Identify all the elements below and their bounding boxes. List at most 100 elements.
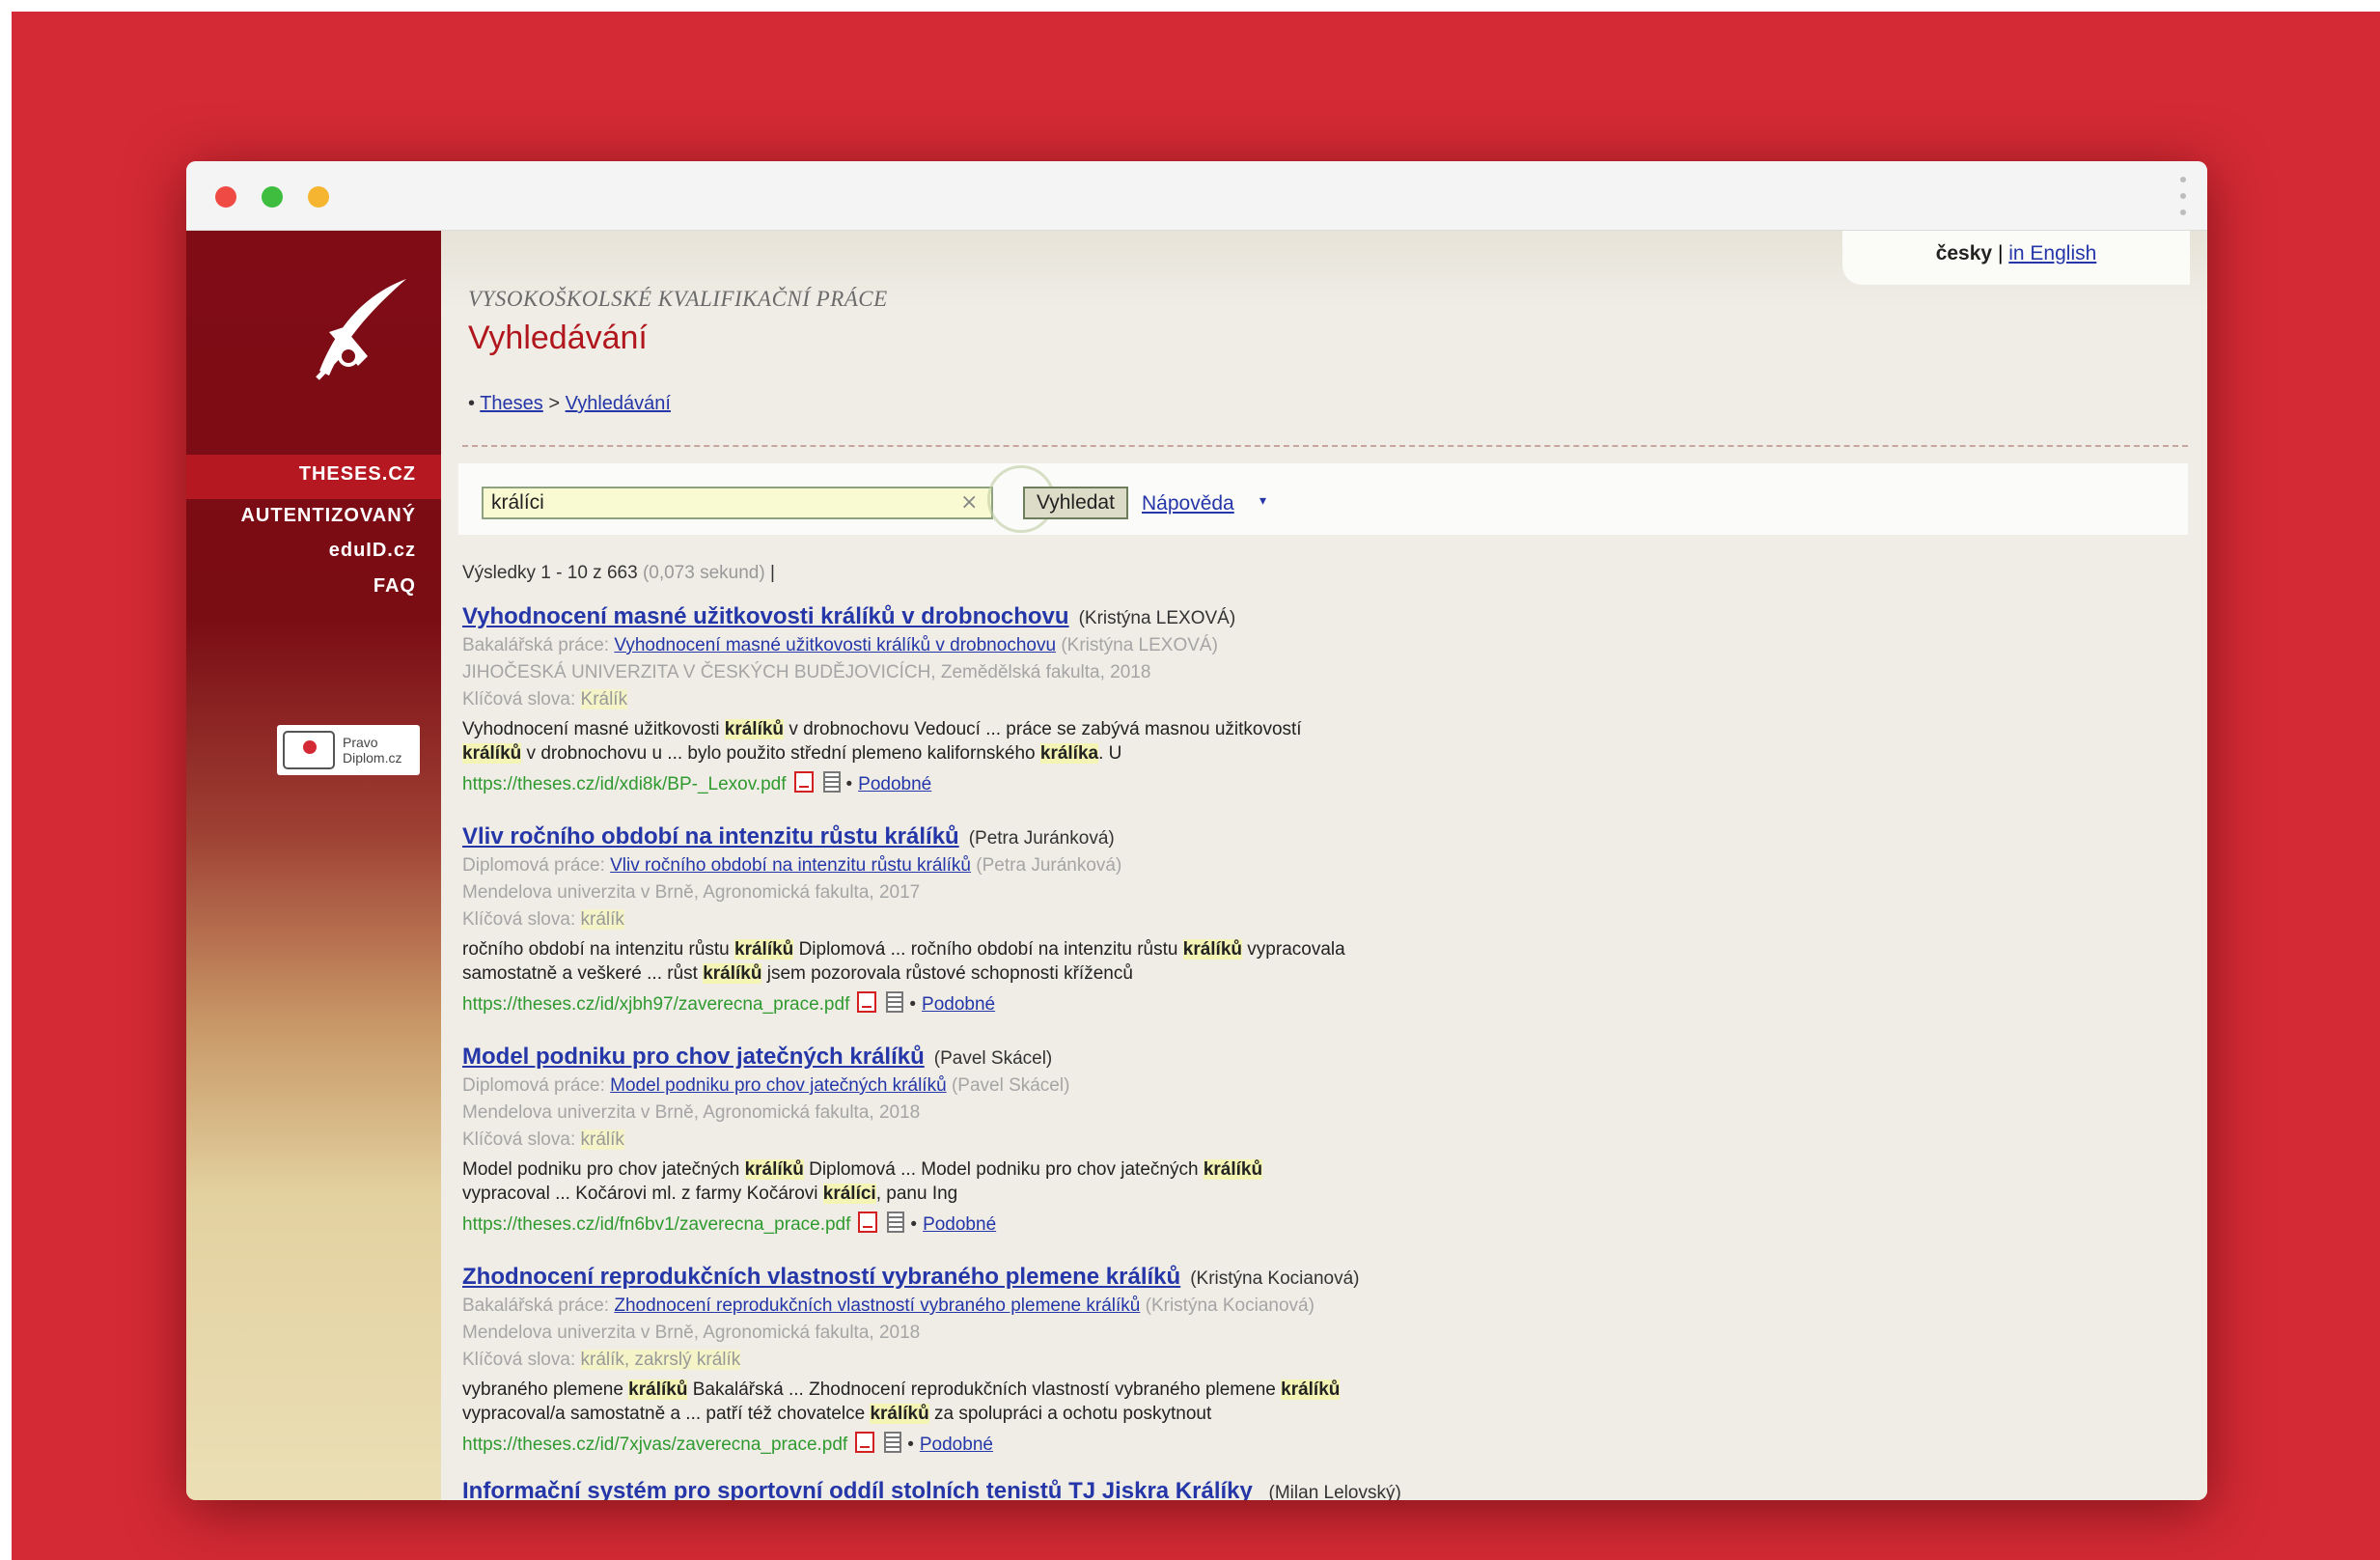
result-keywords: Klíčová slova: králík [462,1127,2103,1154]
result-type-author: (Kristýna Kocianová) [1145,1295,1315,1316]
bullet-separator: • [909,994,917,1015]
minimize-window-dot[interactable] [308,186,329,208]
pravo-diplom-badge[interactable]: Pravo Diplom.cz [277,725,420,775]
result-type-author: (Petra Juránková) [976,855,1122,876]
result-snippet: Model podniku pro chov jatečných králíků… [462,1157,2103,1206]
result-author: (Kristýna Kocianová) [1190,1268,1360,1289]
badge-line1: Pravo [343,735,378,750]
keywords-label: Klíčová slova: [462,689,576,710]
help-link[interactable]: Nápověda [1142,492,1234,515]
result-institution: Mendelova univerzita v Brně, Agronomická… [462,1323,921,1343]
keywords-value: králík [580,909,624,930]
document-icon[interactable] [887,1212,905,1233]
result-type-link[interactable]: Vliv ročního období na intenzitu růstu k… [610,855,971,876]
result-institution: JIHOČESKÁ UNIVERZITA V ČESKÝCH BUDĚJOVIC… [462,662,1151,682]
result-title-link[interactable]: Vliv ročního období na intenzitu růstu k… [462,823,959,850]
result-type-link[interactable]: Vyhodnocení masné užitkovosti králíků v … [614,635,1056,655]
search-time: (0,073 sekund) [642,563,765,583]
result-url[interactable]: https://theses.cz/id/xdi8k/BP-_Lexov.pdf [462,774,787,794]
results-list: Vyhodnocení masné užitkovosti králíků v … [462,603,2103,1484]
keywords-value: králík [580,1129,624,1150]
breadcrumb-bullet: • [468,393,476,414]
page-title: Vyhledávání [468,320,648,356]
document-icon[interactable] [884,1432,902,1453]
result-keywords: Klíčová slova: Králík [462,686,2103,713]
breadcrumb-sep: > [548,393,561,414]
quill-logo-icon[interactable] [300,274,416,390]
clear-search-icon[interactable]: × [960,490,978,515]
breadcrumb-current[interactable]: Vyhledávání [566,393,671,414]
similar-link[interactable]: Podobné [923,1214,996,1235]
lang-english-link[interactable]: in English [2008,242,2096,265]
result-keywords: Klíčová slova: králík, zakrslý králík [462,1347,2103,1374]
nav-authenticated[interactable]: AUTENTIZOVANÝ [240,505,416,527]
similar-link[interactable]: Podobné [922,994,995,1015]
lang-current: česky [1935,242,1993,265]
nav-faq[interactable]: FAQ [374,575,416,598]
result-keywords: Klíčová slova: králík [462,906,2103,933]
result-title-partial[interactable]: Informační systém pro sportovní oddíl st… [462,1478,1401,1500]
result-type: Diplomová práce: [462,1075,605,1096]
result-type-line: Diplomová práce: Vliv ročního období na … [462,852,2103,879]
result-author: (Kristýna LEXOVÁ) [1078,608,1236,628]
close-window-dot[interactable] [215,186,236,208]
maximize-window-dot[interactable] [262,186,283,208]
nav-eduid[interactable]: eduID.cz [329,540,416,562]
keywords-value: králík, zakrslý králík [580,1350,741,1370]
result-item: Vliv ročního období na intenzitu růstu k… [462,823,2103,1044]
snippet-line1: Vyhodnocení masné užitkovosti králíků v … [462,719,1302,739]
result-snippet: ročního období na intenzitu růstu králík… [462,937,2103,986]
result-item: Model podniku pro chov jatečných králíků… [462,1044,2103,1264]
pdf-icon[interactable] [858,1212,878,1233]
similar-link[interactable]: Podobné [920,1435,993,1455]
snippet-line2: vypracoval ... Kočárovi ml. z farmy Kočá… [462,1184,958,1204]
result-url[interactable]: https://theses.cz/id/xjbh97/zaverecna_pr… [462,994,849,1015]
bullet-separator: • [907,1435,914,1455]
certificate-icon [283,731,335,769]
result-type-line: Diplomová práce: Model podniku pro chov … [462,1072,2103,1100]
breadcrumb-home[interactable]: Theses [480,393,543,414]
search-input[interactable] [482,487,993,519]
result-title-link[interactable]: Model podniku pro chov jatečných králíků [462,1044,925,1070]
lang-separator: | [1997,242,2004,265]
result-url[interactable]: https://theses.cz/id/7xjvas/zaverecna_pr… [462,1435,847,1455]
snippet-line2: samostatně a veškeré ... růst králíků js… [462,963,1133,984]
partial-title[interactable]: Informační systém pro sportovní oddíl st… [462,1478,1253,1500]
result-item: Zhodnocení reprodukčních vlastností vybr… [462,1264,2103,1484]
result-url[interactable]: https://theses.cz/id/fn6bv1/zaverecna_pr… [462,1214,850,1235]
main-content: česky | in English VYSOKOŠKOLSKÉ KVALIFI… [441,231,2207,1500]
badge-text: Pravo Diplom.cz [343,735,401,766]
keywords-label: Klíčová slova: [462,1350,576,1370]
snippet-line2: králíků v drobnochovu u ... bylo použito… [462,743,1122,764]
document-icon[interactable] [886,991,904,1013]
result-title-link[interactable]: Zhodnocení reprodukčních vlastností vybr… [462,1264,1180,1290]
result-type-author: (Kristýna LEXOVÁ) [1061,635,1218,655]
pdf-icon[interactable] [793,771,814,793]
result-institution: Mendelova univerzita v Brně, Agronomická… [462,1102,921,1123]
bullet-separator: • [845,774,853,794]
kebab-menu-icon[interactable] [2180,177,2186,215]
search-button[interactable]: Vyhledat [1023,487,1128,519]
snippet-line1: ročního období na intenzitu růstu králík… [462,939,1345,960]
browser-window: THESES.CZ AUTENTIZOVANÝ eduID.cz FAQ Pra… [186,161,2207,1500]
breadcrumb: • Theses > Vyhledávání [468,393,671,415]
result-url-line: https://theses.cz/id/fn6bv1/zaverecna_pr… [462,1212,2103,1236]
result-url-line: https://theses.cz/id/7xjvas/zaverecna_pr… [462,1432,2103,1456]
similar-link[interactable]: Podobné [858,774,931,794]
result-type-link[interactable]: Model podniku pro chov jatečných králíků [610,1075,947,1096]
search-bar: × Vyhledat Nápověda ▾ [458,463,2188,535]
snippet-line1: Model podniku pro chov jatečných králíků… [462,1159,1263,1180]
window-titlebar [186,161,2207,231]
result-author: (Pavel Skácel) [933,1048,1053,1069]
result-title-link[interactable]: Vyhodnocení masné užitkovosti králíků v … [462,603,1069,629]
divider [462,445,2188,447]
document-icon[interactable] [822,771,841,793]
language-switcher: česky | in English [1842,231,2190,285]
result-url-line: https://theses.cz/id/xjbh97/zaverecna_pr… [462,991,2103,1016]
result-type-link[interactable]: Zhodnocení reprodukčních vlastností vybr… [614,1295,1140,1316]
pdf-icon[interactable] [855,1432,875,1453]
help-dropdown-icon[interactable]: ▾ [1259,493,1266,509]
result-author: (Petra Juránková) [968,828,1115,849]
nav-theses[interactable]: THESES.CZ [299,463,416,486]
pdf-icon[interactable] [857,991,877,1013]
